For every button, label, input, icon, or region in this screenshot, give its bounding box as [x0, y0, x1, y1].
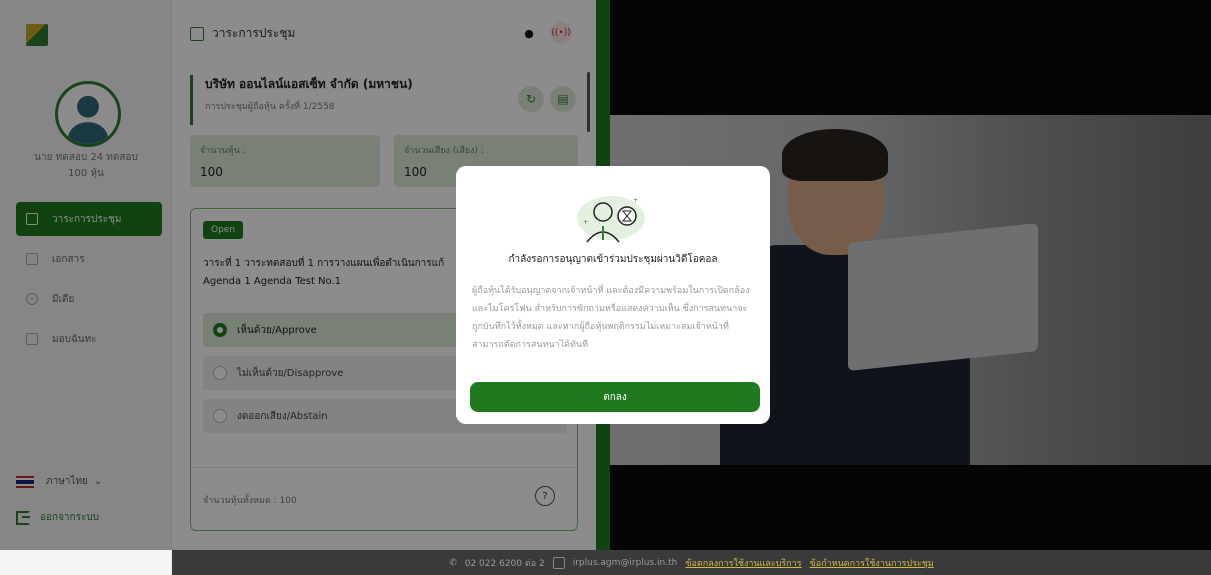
terms-link[interactable]: ข้อตกลงการใช้งานและบริการ — [685, 556, 801, 570]
waiting-permission-dialog: + + กำลังรอการอนุญาตเข้าร่วมประชุมผ่านวิ… — [456, 166, 770, 424]
svg-text:+: + — [633, 197, 638, 204]
svg-text:+: + — [583, 219, 588, 226]
dialog-message: ผู้ถือหุ้นได้รับอนุญาตจากเจ้าหน้าที่ และ… — [472, 286, 750, 350]
phone-icon: ✆ — [449, 557, 457, 568]
meeting-terms-link[interactable]: ข้อกำหนดการใช้งานการประชุม — [810, 556, 934, 570]
waiting-illustration-icon: + + — [577, 196, 645, 243]
footer-phone: 02 022 6200 ต่อ 2 — [464, 558, 545, 569]
footer: ✆ 02 022 6200 ต่อ 2 irplus.agm@irplus.in… — [172, 550, 1211, 575]
email-icon — [552, 556, 565, 569]
ok-button[interactable]: ตกลง — [470, 382, 760, 412]
dialog-title: กำลังรอการอนุญาตเข้าร่วมประชุมผ่านวิดีโอ… — [508, 254, 718, 265]
footer-email[interactable]: irplus.agm@irplus.in.th — [573, 558, 678, 568]
